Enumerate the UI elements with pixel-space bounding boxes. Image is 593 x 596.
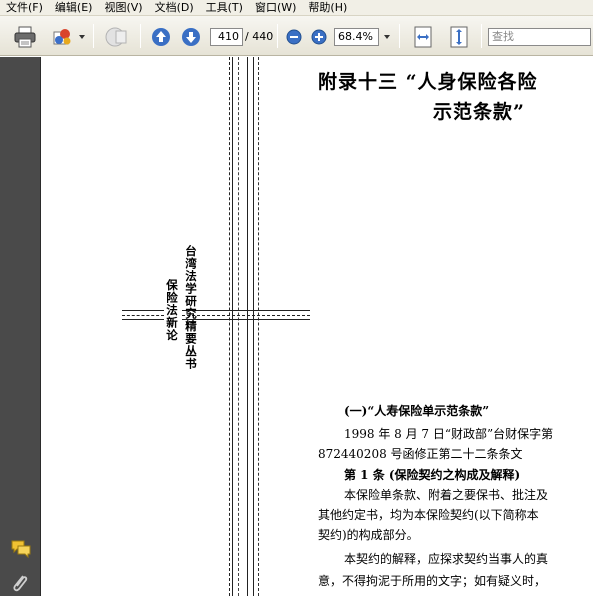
zoom-input[interactable]: 68.4% [334,28,379,46]
comments-icon[interactable] [10,539,32,563]
body-line: 本保险单条款、附着之要保书、批注及 [344,488,549,502]
spine-rule [122,310,164,311]
page-total: / 440 [245,30,274,43]
page-title: 附录十三 “人身保险各险 [318,71,538,93]
body-line: 1998 年 8 月 7 日“财政部”台财保字第 [344,427,554,441]
menu-tools[interactable]: 工具(T) [200,0,249,15]
share-icon[interactable] [50,25,76,49]
zoom-in-icon[interactable] [310,28,328,46]
menu-help[interactable]: 帮助(H) [302,0,353,15]
print-icon[interactable] [12,25,38,49]
document-page[interactable]: 台湾法学研究精要丛书 保险法新论 附录十三 “人身保险各险 示范条款” (一)“… [42,57,593,596]
page-title-cont: 示范条款” [433,101,525,123]
spine-rule [238,57,239,596]
body-line: 872440208 号函修正第二十二条条文 [318,447,523,461]
body-line: 意，不得拘泥于所用的文字；如有疑义时， [318,574,547,588]
spine-rule [182,319,310,320]
body-line: 契约)的构成部分。 [318,528,419,542]
spine-series-title: 台湾法学研究精要丛书 [184,245,198,370]
search-input[interactable]: 查找 [488,28,591,46]
menu-edit[interactable]: 编辑(E) [49,0,99,15]
attachment-icon[interactable] [10,573,30,596]
zoom-out-icon[interactable] [285,28,303,46]
zoom-dropdown-arrow[interactable] [384,35,390,39]
menu-view[interactable]: 视图(V) [98,0,148,15]
menu-document[interactable]: 文档(D) [149,0,200,15]
body-line: 本契约的解释，应探求契约当事人的真 [344,552,549,566]
fit-page-icon[interactable] [447,24,471,50]
spine-rule [182,315,310,316]
menu-file[interactable]: 文件(F) [0,0,49,15]
shape-icon[interactable] [103,24,131,50]
spine-rule [253,57,254,596]
spine-rule [229,57,230,596]
page-down-icon[interactable] [180,26,202,48]
spine-rule [182,310,310,311]
fit-width-icon[interactable] [411,24,435,50]
section-heading: (一)“人寿保险单示范条款” [344,404,490,418]
menu-bar: 文件(F) 编辑(E) 视图(V) 文档(D) 工具(T) 窗口(W) 帮助(H… [0,0,593,16]
navigation-panel [0,57,41,596]
share-dropdown-arrow[interactable] [79,35,85,39]
page-up-icon[interactable] [150,26,172,48]
spine-rule [122,319,164,320]
toolbar: 410 / 440 68.4% 查找 [0,16,593,56]
article-heading: 第 1 条 (保险契约之构成及解释) [344,468,521,482]
menu-window[interactable]: 窗口(W) [249,0,302,15]
spine-rule [247,57,248,596]
spine-book-title: 保险法新论 [165,279,179,342]
spine-rule [122,315,164,316]
spine-rule [232,57,233,596]
body-line: 其他约定书，均为本保险契约(以下简称本 [318,508,539,522]
spine-rule [258,57,259,596]
page-number-input[interactable]: 410 [210,28,243,46]
